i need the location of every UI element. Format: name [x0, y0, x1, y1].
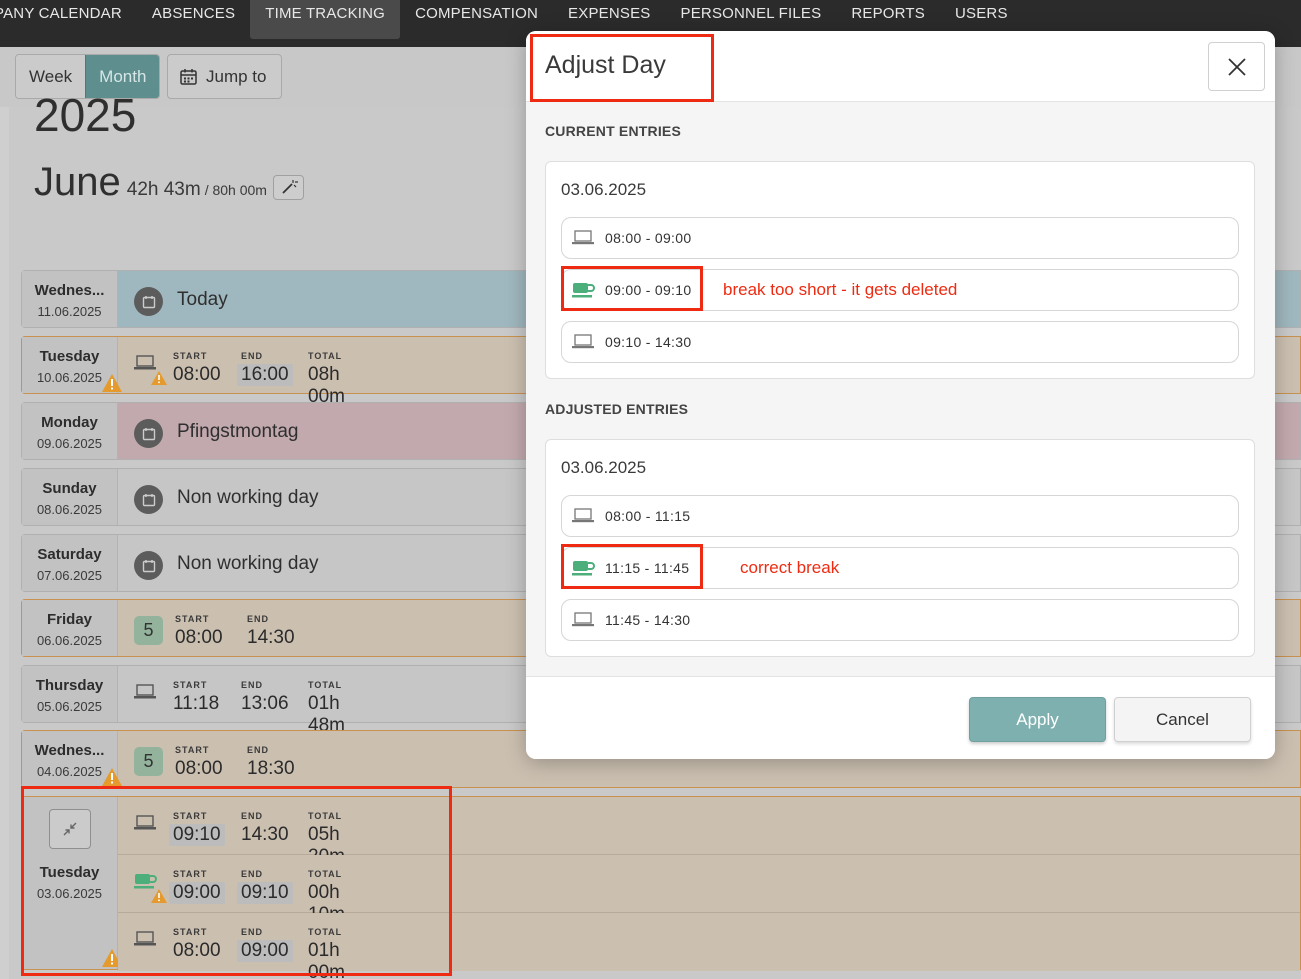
day-date: 06.06.2025 [36, 633, 103, 648]
entry-time-range: 09:10 - 14:30 [605, 334, 692, 350]
entry-time-range: 08:00 - 11:15 [605, 508, 691, 524]
warning-icon [102, 768, 122, 786]
day-status-text: Non working day [177, 487, 319, 508]
total-label: TOTAL [308, 351, 343, 361]
day-status-text: Today [177, 289, 228, 310]
magic-wand-icon [282, 180, 298, 194]
day-label: Thursday 05.06.2025 [22, 666, 118, 722]
start-label: START [175, 745, 210, 755]
laptop-icon [572, 230, 594, 245]
entry-time-range: 08:00 - 09:00 [605, 230, 692, 246]
start-label: START [175, 614, 210, 624]
day-date: 05.06.2025 [36, 699, 103, 714]
day-name: Monday [41, 414, 98, 431]
card-date: 03.06.2025 [561, 180, 647, 199]
day-date: 09.06.2025 [36, 436, 103, 451]
entry-pill[interactable]: 09:10 - 14:30 [561, 321, 1239, 363]
calendar-day-icon [134, 287, 163, 316]
calendar-icon [180, 69, 197, 85]
laptop-icon [134, 355, 156, 370]
auto-adjust-button[interactable] [272, 175, 304, 200]
jump-to-button[interactable]: Jump to [167, 54, 282, 99]
laptop-icon [134, 684, 156, 699]
adjusted-entries-heading: ADJUSTED ENTRIES [545, 401, 689, 417]
annotation-highlight [561, 544, 703, 589]
start-time: 08:00 [175, 758, 223, 779]
end-time: 13:06 [241, 693, 289, 714]
day-date: 11.06.2025 [37, 304, 102, 319]
calendar-day-icon [134, 485, 163, 514]
end-time: 18:30 [247, 758, 295, 779]
entry-pill[interactable]: 08:00 - 09:00 [561, 217, 1239, 259]
month-heading: June 42h 43m / 80h 00m [34, 160, 304, 205]
calendar-day-icon [134, 551, 163, 580]
annotation-note: correct break [740, 558, 840, 577]
day-label: Wednes... 11.06.2025 [22, 271, 118, 327]
entry-count-badge: 5 [134, 616, 163, 645]
day-name: Tuesday [39, 348, 100, 365]
cancel-button[interactable]: Cancel [1114, 697, 1251, 742]
day-status-text: Pfingstmontag [177, 421, 299, 442]
day-date: 07.06.2025 [36, 568, 103, 583]
current-entries-heading: CURRENT ENTRIES [545, 123, 682, 139]
nav-personnel-files[interactable]: PERSONNEL FILES [666, 0, 837, 26]
day-label: Monday 09.06.2025 [22, 403, 118, 459]
card-date: 03.06.2025 [561, 458, 647, 477]
dialog-footer: Apply Cancel [526, 676, 1275, 759]
day-date: 08.06.2025 [36, 502, 103, 517]
end-time: 16:00 [237, 364, 293, 386]
apply-button[interactable]: Apply [969, 697, 1106, 742]
year-heading: 2025 [34, 89, 137, 141]
entry-time-range: 11:45 - 14:30 [605, 612, 691, 628]
month-target-hours: / 80h 00m [204, 182, 267, 198]
annotation-highlight [21, 786, 452, 976]
adjust-day-dialog: Adjust Day CURRENT ENTRIES 03.06.2025 08… [526, 31, 1275, 759]
close-icon [1227, 57, 1246, 76]
total-label: TOTAL [308, 680, 343, 690]
nav-expenses[interactable]: EXPENSES [553, 0, 665, 26]
end-label: END [241, 351, 264, 361]
end-label: END [247, 745, 270, 755]
day-name: Sunday [42, 480, 97, 497]
end-time: 14:30 [247, 627, 295, 648]
laptop-icon [572, 508, 594, 523]
month-name: June [34, 160, 121, 204]
entry-count-badge: 5 [134, 747, 163, 776]
day-name: Wednes... [34, 282, 105, 299]
nav-users[interactable]: USERS [940, 0, 1023, 26]
day-status-text: Non working day [177, 553, 319, 574]
day-label: Saturday 07.06.2025 [22, 535, 118, 591]
start-label: START [173, 680, 208, 690]
laptop-icon [572, 334, 594, 349]
warning-icon [151, 371, 167, 385]
nav-absences[interactable]: ABSENCES [137, 0, 250, 26]
day-name: Saturday [37, 546, 102, 563]
nav-company-calendar[interactable]: PANY CALENDAR [0, 0, 137, 26]
annotation-highlight [530, 34, 714, 102]
day-name: Thursday [35, 677, 104, 694]
close-button[interactable] [1208, 42, 1265, 91]
nav-reports[interactable]: REPORTS [836, 0, 940, 26]
laptop-icon [572, 612, 594, 627]
day-name: Wednes... [34, 742, 105, 759]
start-label: START [173, 351, 208, 361]
day-name: Friday [46, 611, 92, 628]
nav-time-tracking[interactable]: TIME TRACKING [250, 0, 401, 39]
entry-pill[interactable]: 08:00 - 11:15 [561, 495, 1239, 537]
start-time: 08:00 [175, 627, 223, 648]
start-time: 08:00 [173, 364, 221, 385]
start-time: 11:18 [173, 693, 220, 714]
entry-pill[interactable]: 11:45 - 14:30 [561, 599, 1239, 641]
warning-icon [102, 374, 122, 392]
calendar-day-icon [134, 419, 163, 448]
end-label: END [241, 680, 264, 690]
annotation-note: break too short - it gets deleted [723, 280, 958, 299]
day-label: Friday 06.06.2025 [22, 600, 118, 656]
nav-compensation[interactable]: COMPENSATION [400, 0, 553, 26]
month-hours: 42h 43m [126, 179, 201, 200]
annotation-highlight [561, 266, 703, 311]
end-label: END [247, 614, 270, 624]
day-label: Sunday 08.06.2025 [22, 469, 118, 525]
jump-to-label: Jump to [206, 66, 267, 86]
